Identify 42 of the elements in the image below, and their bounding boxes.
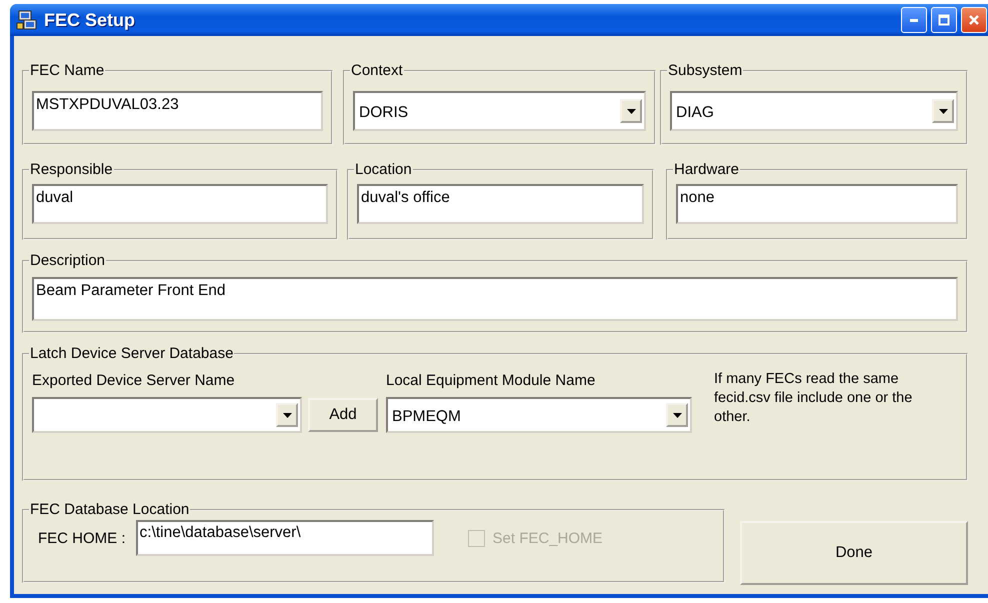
add-button[interactable]: Add (308, 398, 378, 432)
group-label: FEC Database Location (29, 501, 190, 518)
close-button[interactable] (961, 7, 987, 33)
dropdown-field[interactable] (32, 397, 302, 433)
minimize-icon (910, 18, 918, 22)
group-label: Location (354, 161, 413, 178)
dropdown-button[interactable] (932, 99, 954, 123)
input-field[interactable]: Beam Parameter Front End (32, 277, 958, 321)
dropdown-button[interactable] (276, 403, 298, 427)
group-label: Context (350, 62, 404, 79)
input-field[interactable]: c:\tine\database\server\ (136, 520, 434, 556)
minimize-button[interactable] (901, 7, 927, 33)
dropdown-field[interactable]: DORIS (353, 91, 646, 131)
window-title: FEC Setup (44, 10, 136, 30)
input-field[interactable]: none (676, 184, 958, 224)
note-text: If many FECs read the same fecid.csv file include one or the other. (714, 370, 914, 427)
maximize-button[interactable] (931, 7, 957, 33)
group-label: Hardware (673, 161, 740, 178)
computer-icon (16, 9, 38, 31)
done-button[interactable]: Done (740, 521, 968, 585)
caret-icon (938, 108, 948, 114)
field-label: FEC HOME : (38, 530, 126, 546)
caret-icon (282, 412, 292, 418)
input-field[interactable]: duval's office (357, 184, 644, 224)
field-label: Exported Device Server Name (32, 371, 236, 389)
caret-icon (672, 412, 682, 418)
caret-icon (626, 108, 636, 114)
group-label: Responsible (29, 161, 114, 178)
group-label: Subsystem (667, 62, 744, 79)
input-field[interactable]: MSTXPDUVAL03.23 (32, 91, 323, 131)
maximize-icon (938, 14, 950, 26)
field-label: Local Equipment Module Name (386, 371, 596, 389)
group-label: Latch Device Server Database (29, 345, 234, 362)
dropdown-button[interactable] (666, 403, 688, 427)
checkbox-label: Set FEC_HOME (492, 530, 603, 546)
close-icon (968, 14, 980, 26)
dropdown-button[interactable] (620, 99, 642, 123)
group-label: FEC Name (29, 62, 106, 79)
dropdown-field[interactable]: BPMEQM (386, 397, 692, 433)
input-field[interactable]: duval (32, 184, 328, 224)
group-label: Description (29, 252, 106, 269)
dropdown-field[interactable]: DIAG (670, 91, 958, 131)
